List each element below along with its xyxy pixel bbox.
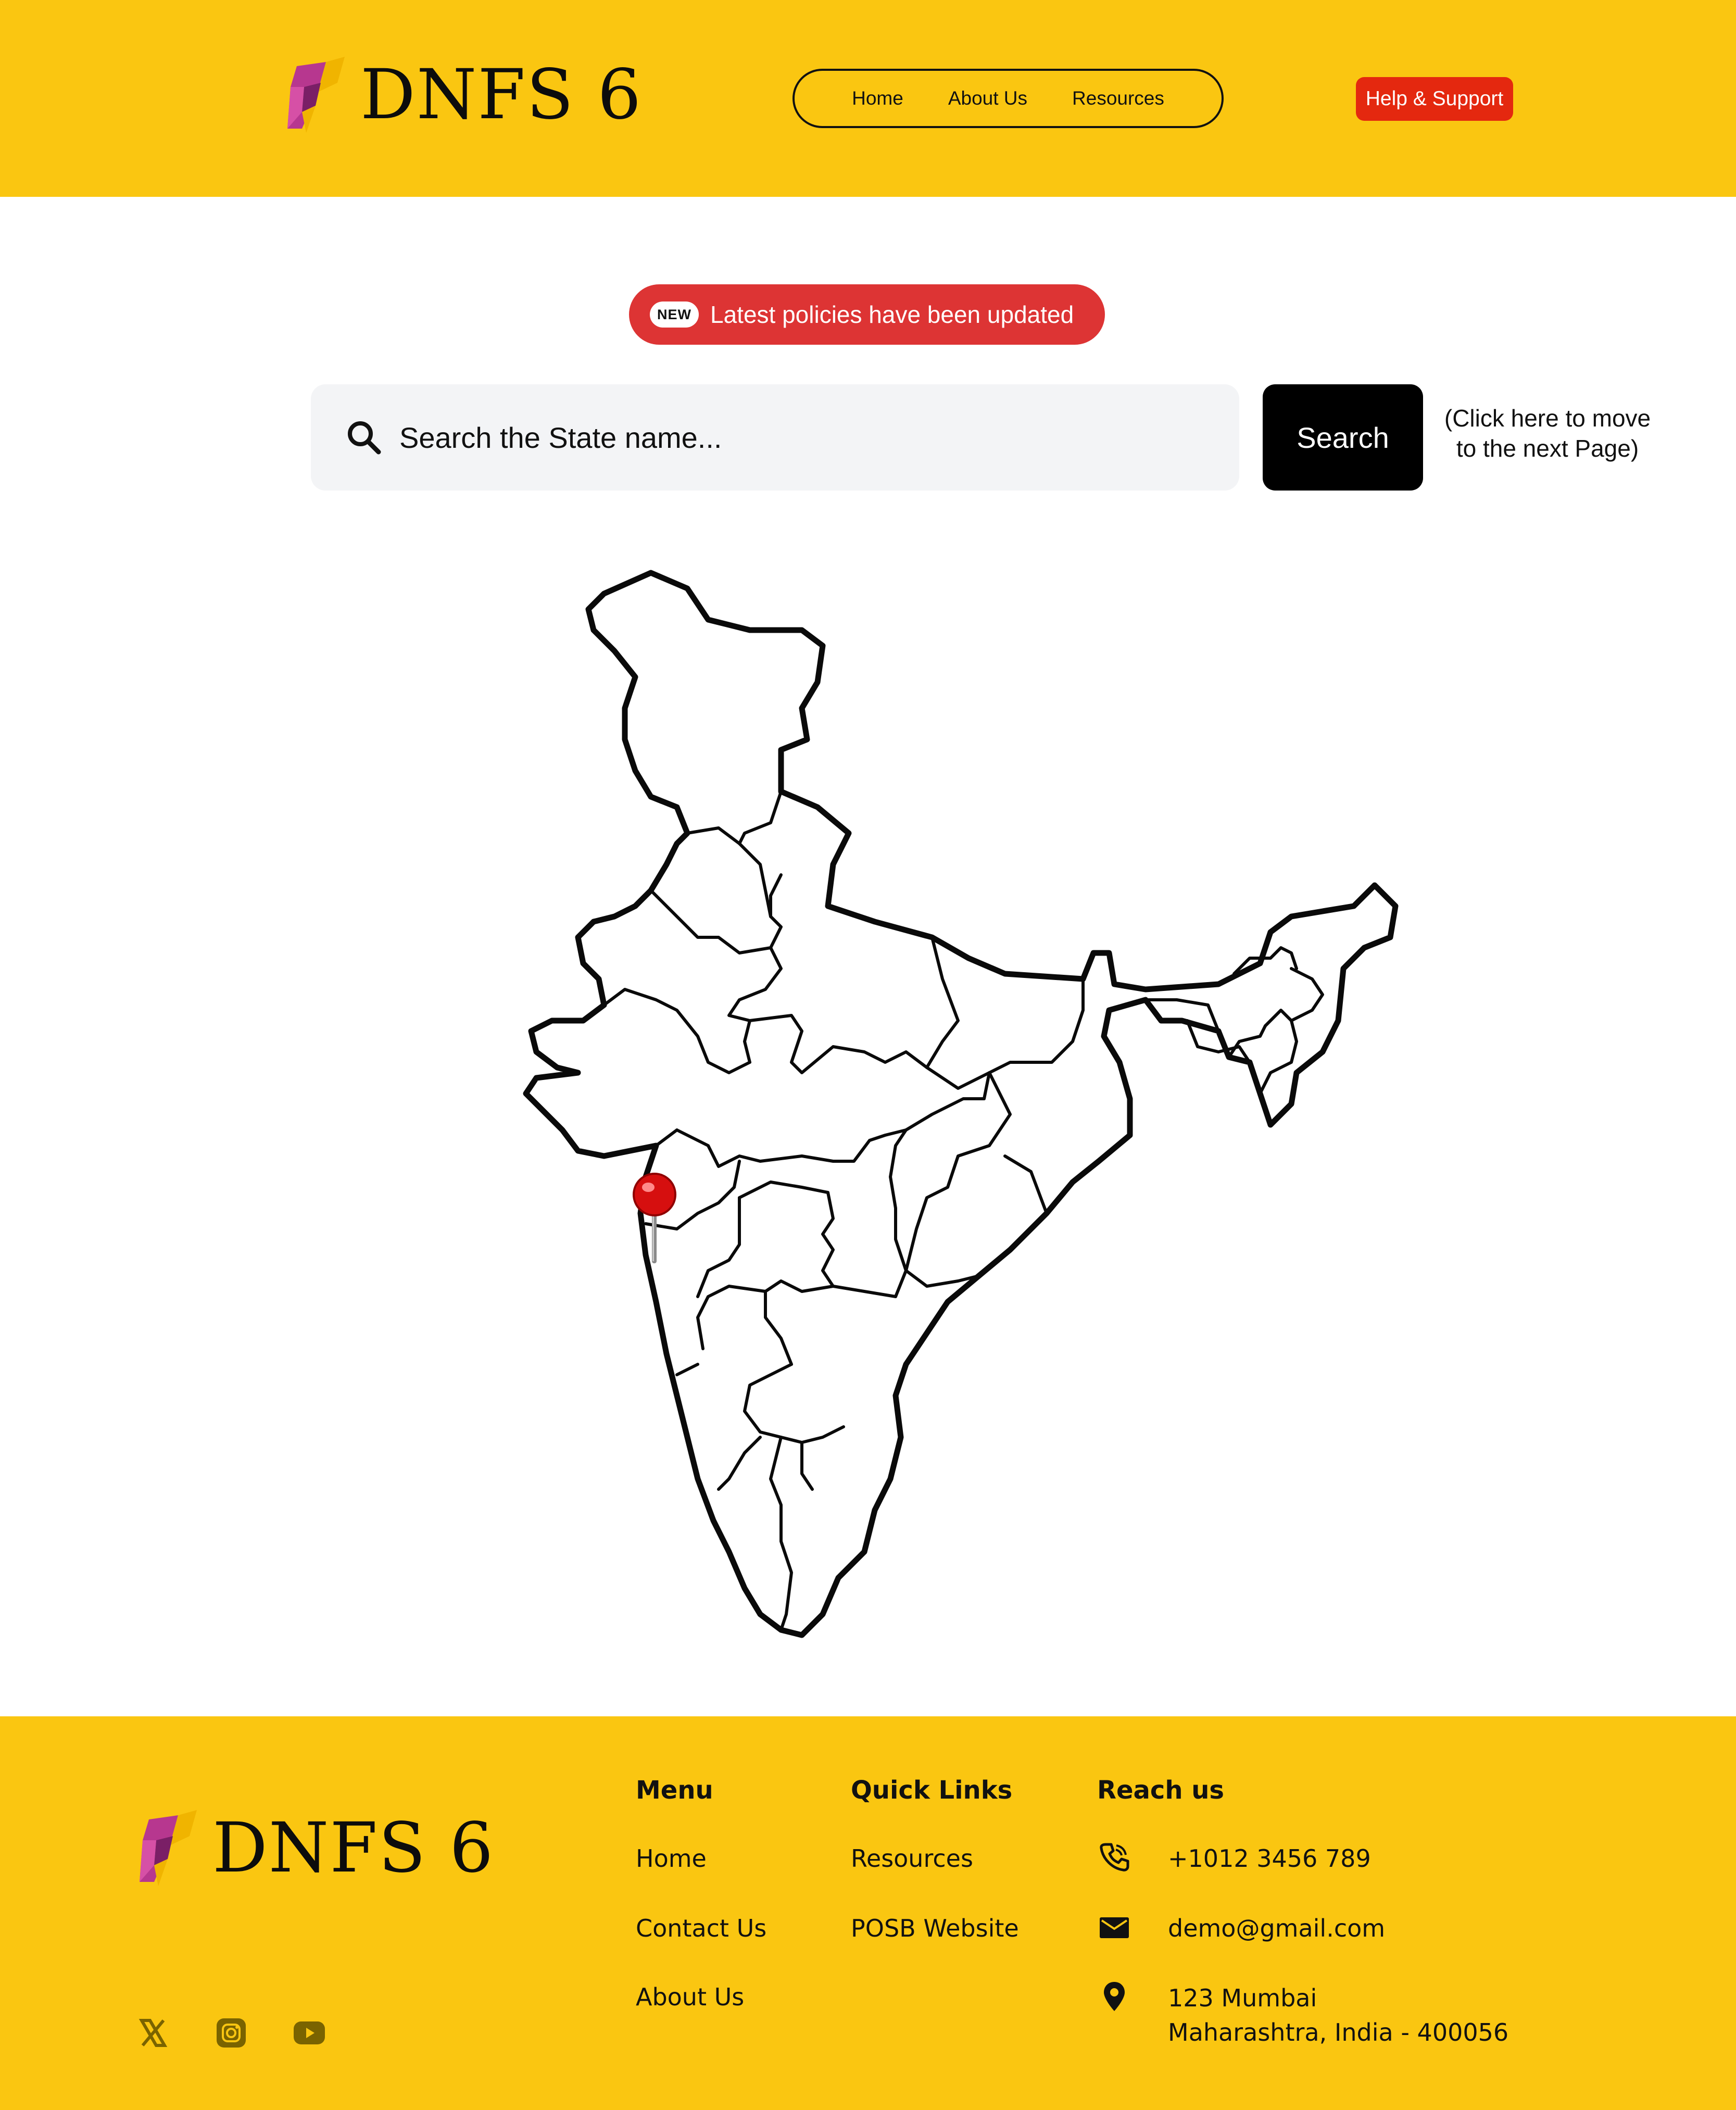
india-outline: [523, 570, 1399, 1638]
quick-links-title: Quick Links: [851, 1776, 1013, 1805]
nav-home[interactable]: Home: [852, 87, 903, 109]
nav-resources[interactable]: Resources: [1072, 87, 1164, 109]
footer-link-resources[interactable]: Resources: [851, 1844, 973, 1873]
phone-number[interactable]: +1012 3456 789: [1168, 1841, 1371, 1876]
footer-logo[interactable]: DNFS 6: [133, 1808, 494, 1888]
logo-mark-icon: [140, 1810, 197, 1886]
main-nav: Home About Us Resources: [792, 69, 1224, 128]
brand-name: DNFS 6: [212, 1808, 495, 1888]
site-header: DNFS 6 Home About Us Resources Help & Su…: [0, 0, 1736, 197]
search-hint: (Click here to move to the next Page): [1433, 403, 1662, 463]
banner-text: Latest policies have been updated: [710, 301, 1074, 328]
search-hint-line-2: to the next Page): [1456, 435, 1639, 462]
menu-title: Menu: [636, 1776, 713, 1805]
footer-link-about-us[interactable]: About Us: [636, 1983, 744, 2011]
x-icon[interactable]: [137, 2017, 169, 2049]
mail-icon: [1100, 1917, 1129, 1938]
announcement-banner[interactable]: NEW Latest policies have been updated: [629, 284, 1105, 345]
site-footer: DNFS 6 Menu Home Contact Us About Us Qui…: [0, 1716, 1736, 2110]
location-icon: [1104, 1982, 1125, 2011]
email-address[interactable]: demo@gmail.com: [1168, 1911, 1385, 1945]
youtube-icon[interactable]: [293, 2019, 326, 2046]
search-bar: [311, 384, 1239, 491]
search-icon: [348, 421, 381, 455]
address-line-2: Maharashtra, India - 400056: [1168, 2018, 1509, 2046]
nav-about-us[interactable]: About Us: [948, 87, 1027, 109]
search-button[interactable]: Search: [1263, 384, 1423, 491]
state-borders: [602, 790, 1324, 1631]
new-badge: NEW: [650, 302, 699, 328]
brand-name: DNFS 6: [360, 55, 643, 135]
footer-link-home[interactable]: Home: [636, 1844, 707, 1873]
address-line-1: 123 Mumbai: [1168, 1984, 1317, 2012]
logo-mark-icon: [287, 57, 345, 133]
search-hint-line-1: (Click here to move: [1444, 405, 1651, 432]
reach-us-title: Reach us: [1097, 1776, 1224, 1805]
footer-link-posb-website[interactable]: POSB Website: [851, 1914, 1019, 1942]
header-logo[interactable]: DNFS 6: [281, 55, 642, 135]
location-pin-icon[interactable]: [631, 1173, 678, 1266]
help-support-button[interactable]: Help & Support: [1356, 77, 1513, 121]
instagram-icon[interactable]: [216, 2017, 247, 2049]
phone-icon: [1100, 1843, 1129, 1872]
india-map[interactable]: [406, 552, 1411, 1682]
footer-link-contact-us[interactable]: Contact Us: [636, 1914, 766, 1942]
address: 123 Mumbai Maharashtra, India - 400056: [1168, 1981, 1508, 2050]
state-search-input[interactable]: [398, 420, 1181, 455]
